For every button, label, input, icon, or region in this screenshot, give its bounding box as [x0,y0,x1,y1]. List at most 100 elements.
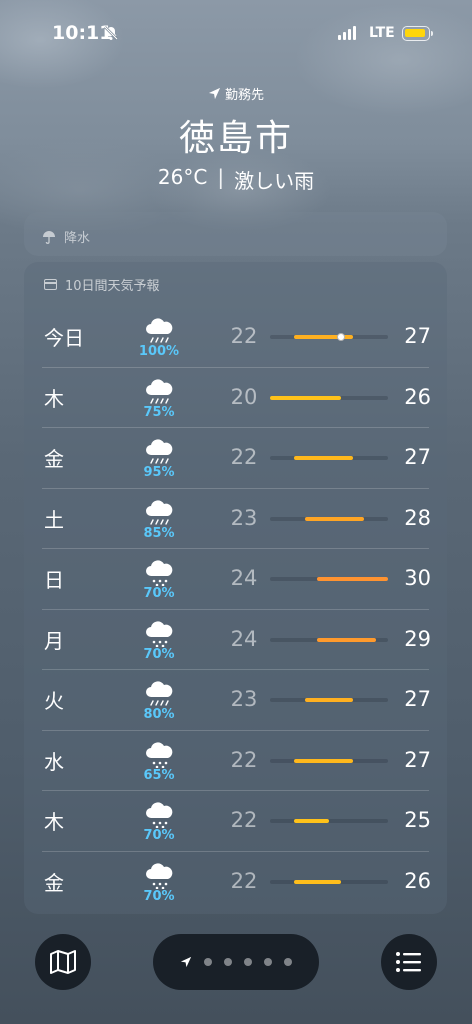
calendar-icon [44,279,57,290]
location-header: 勤務先 徳島市 26°C | 激しい雨 [0,84,472,194]
status-bar: 10:11 LTE [0,0,472,60]
temp-range-track [270,456,388,460]
locations-list-button[interactable] [381,934,437,990]
current-temp-dot [336,333,345,341]
high-temp: 25 [404,808,431,832]
row-divider [42,850,429,852]
page-dot[interactable] [284,958,292,966]
low-temp: 22 [230,324,258,348]
page-dot[interactable] [264,958,272,966]
forecast-row[interactable]: 日 70% 24 30 [24,548,447,608]
rain-icon [146,802,173,828]
umbrella-icon [43,230,55,244]
low-temp: 22 [230,747,258,772]
location-label-text: 勤務先 [224,88,264,103]
row-divider [42,548,429,549]
forecast-day: 今日 [44,326,84,350]
temp-range-track [270,819,388,823]
row-divider [42,790,429,791]
temp-range-bar [293,758,353,763]
heavy-rain-icon [146,378,173,404]
heavy-rain-icon [146,499,173,525]
precipitation-label: 降水 [64,231,91,246]
current-condition: 激しい雨 [234,169,315,193]
forecast-row[interactable]: 金 70% 22 26 [24,850,447,911]
high-temp: 28 [404,505,431,530]
forecast-header: 10日間天気予報 [44,275,160,294]
heavy-rain-icon [146,318,173,343]
forecast-day: 火 [44,689,64,713]
current-temperature: 26°C [157,165,208,189]
low-temp: 20 [230,384,258,409]
temp-range-bar [317,577,388,581]
temp-range-bar [293,879,341,884]
row-divider [42,669,429,670]
forecast-day: 木 [44,810,64,834]
forecast-day: 金 [44,870,64,895]
page-dot[interactable] [244,958,252,966]
low-temp: 24 [230,626,258,651]
temp-range-track [270,637,388,642]
forecast-row[interactable]: 火 80% 23 27 [24,669,447,729]
city-name: 徳島市 [178,118,293,159]
battery-icon [402,26,433,41]
precip-chance: 65% [143,767,175,783]
high-temp: 30 [404,566,431,590]
precipitation-header: 降水 [42,227,90,246]
row-divider [42,427,429,428]
forecast-row[interactable]: 月 70% 24 29 [24,608,447,669]
temp-range-track [270,516,388,521]
temp-range-bar [270,395,341,400]
rain-icon [146,620,173,647]
forecast-row[interactable]: 金 95% 22 27 [24,427,447,487]
location-arrow-icon [208,87,221,100]
signal-icon [338,26,356,40]
current-summary: 26°C | 激しい雨 [0,165,472,194]
heavy-rain-icon [146,439,173,464]
page-dot[interactable] [204,958,212,966]
list-icon [396,952,421,972]
precip-chance: 80% [143,707,175,722]
high-temp: 29 [404,626,431,651]
temp-range-bar [293,819,329,823]
temp-range-bar [305,698,353,702]
high-temp: 26 [404,868,431,893]
forecast-row[interactable]: 木 70% 22 25 [24,790,447,850]
forecast-day: 木 [44,386,64,411]
page-dot[interactable] [224,958,232,966]
forecast-title: 10日間天気予報 [65,279,160,294]
low-temp: 22 [230,808,258,832]
forecast-row[interactable]: 今日 100% 22 27 [24,306,447,366]
silent-bell-icon [103,25,119,45]
row-divider [42,366,429,368]
temp-range-bar [317,637,377,642]
map-button[interactable] [35,934,91,990]
precip-chance: 95% [143,465,175,480]
temp-range-track [270,758,388,763]
forecast-row[interactable]: 水 65% 22 27 [24,729,447,790]
location-pager[interactable] [153,934,319,990]
precip-chance: 75% [143,404,175,420]
ten-day-forecast-card[interactable]: 10日間天気予報 今日 100% 22 27 木 75% 20 26 金 95% 22 27 土 85% 2… [24,262,447,914]
high-temp: 27 [404,687,431,711]
rain-icon [146,862,173,889]
temp-range-track [270,333,388,341]
rain-icon [146,560,173,586]
precip-chance: 70% [143,586,175,601]
row-divider [42,729,429,731]
location-label: 勤務先 [0,84,472,103]
map-icon [50,950,76,974]
summary-separator: | [217,165,225,189]
temp-range-track [270,698,388,702]
high-temp: 27 [404,324,431,348]
forecast-row[interactable]: 土 85% 23 28 [24,487,447,548]
high-temp: 27 [404,747,431,772]
forecast-day: 金 [44,447,64,471]
high-temp: 27 [404,445,431,469]
low-temp: 22 [230,868,258,893]
precip-chance: 100% [138,344,180,359]
forecast-row[interactable]: 木 75% 20 26 [24,366,447,427]
low-temp: 22 [230,445,258,469]
temp-range-track [270,395,388,400]
precipitation-card[interactable]: 降水 [24,212,447,256]
